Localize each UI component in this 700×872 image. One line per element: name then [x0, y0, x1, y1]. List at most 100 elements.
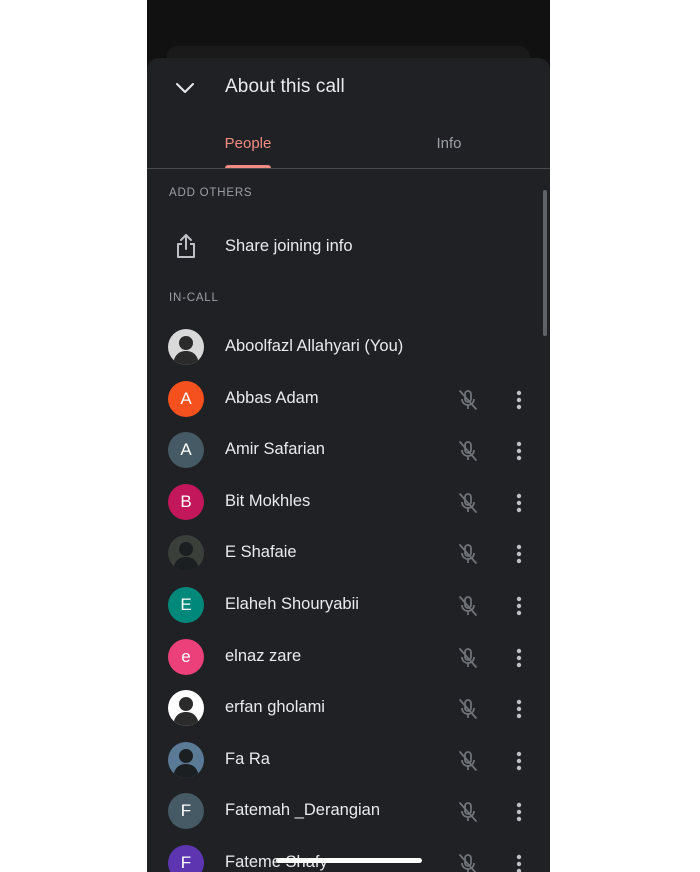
mute-status-button[interactable] — [455, 438, 481, 464]
profile-photo-icon — [173, 542, 199, 572]
avatar: e — [168, 638, 204, 675]
more-vert-icon — [516, 699, 522, 719]
sheet-header: About this call — [147, 58, 550, 118]
participant-row[interactable]: B Bit Mokhles — [147, 477, 550, 529]
sheet-title: About this call — [225, 76, 345, 97]
participant-row[interactable]: Aboolfazl Allahyari (You) — [147, 322, 550, 374]
avatar: A — [168, 432, 204, 469]
avatar: F — [168, 845, 204, 872]
mic-off-icon — [459, 802, 477, 823]
participant-row[interactable]: F Fatemah _Derangian — [147, 786, 550, 838]
home-indicator[interactable] — [276, 858, 422, 863]
participant-name: Fatemah _Derangian — [225, 801, 381, 820]
add-others-label: ADD OTHERS — [169, 187, 253, 199]
more-vert-icon — [516, 803, 522, 822]
more-vert-icon — [516, 596, 522, 616]
participant-name: E Shafaie — [225, 543, 297, 562]
mute-status-button[interactable] — [455, 490, 481, 516]
mic-off-icon — [459, 441, 477, 462]
tab-bar: People Info — [147, 128, 550, 169]
more-options-button[interactable] — [509, 799, 529, 825]
participant-row[interactable]: E Shafaie — [147, 528, 550, 580]
mute-status-button[interactable] — [455, 748, 481, 774]
avatar-initial: F — [180, 853, 192, 872]
participant-row[interactable]: A Amir Safarian — [147, 425, 550, 477]
mic-off-icon — [459, 596, 477, 616]
more-vert-icon — [516, 545, 522, 564]
mic-off-icon — [459, 544, 477, 565]
avatar-initial: B — [180, 491, 192, 511]
avatar — [168, 690, 204, 727]
more-vert-icon — [516, 751, 522, 770]
avatar: B — [168, 483, 204, 520]
about-call-sheet: About this call People Info ADD OTHERS S… — [147, 58, 550, 872]
participant-name: Aboolfazl Allahyari (You) — [225, 337, 404, 355]
more-vert-icon — [516, 648, 522, 667]
profile-photo-icon — [173, 336, 199, 365]
avatar — [168, 535, 204, 572]
avatar — [168, 329, 204, 365]
in-call-label: IN-CALL — [169, 292, 219, 304]
more-options-button[interactable] — [509, 645, 529, 671]
participant-name: Abbas Adam — [225, 388, 319, 407]
participant-row[interactable]: Fa Ra — [147, 735, 550, 787]
avatar-initial: A — [180, 388, 192, 408]
more-options-button[interactable] — [509, 696, 529, 722]
more-vert-icon — [516, 390, 522, 409]
more-options-button[interactable] — [509, 851, 529, 872]
participant-name: Elaheh Shouryabii — [225, 595, 359, 613]
participant-name: Bit Mokhles — [225, 491, 311, 510]
mute-status-button[interactable] — [455, 593, 481, 619]
more-options-button[interactable] — [509, 748, 529, 774]
more-options-button[interactable] — [509, 541, 529, 567]
tab-info[interactable]: Info — [348, 128, 550, 168]
collapse-button[interactable] — [169, 72, 201, 104]
mute-status-button[interactable] — [455, 387, 481, 413]
avatar: E — [168, 587, 204, 623]
avatar — [168, 741, 204, 778]
mute-status-button[interactable] — [455, 696, 481, 722]
share-joining-info-button[interactable]: Share joining info — [147, 224, 537, 270]
profile-photo-icon — [173, 697, 199, 727]
more-vert-icon — [516, 854, 522, 872]
chevron-down-icon — [176, 83, 194, 93]
more-vert-icon — [516, 441, 522, 461]
share-icon — [177, 234, 195, 258]
avatar-initial: F — [180, 801, 192, 821]
share-joining-info-label: Share joining info — [225, 237, 353, 255]
mic-off-icon — [459, 699, 477, 720]
participant-name: Fa Ra — [225, 749, 270, 768]
avatar-initial: E — [180, 595, 192, 614]
participant-name: Amir Safarian — [225, 440, 325, 459]
profile-photo-icon — [173, 748, 199, 778]
phone-screen: About this call People Info ADD OTHERS S… — [147, 0, 550, 872]
mic-off-icon — [459, 750, 477, 771]
mute-status-button[interactable] — [455, 541, 481, 567]
participant-row[interactable]: erfan gholami — [147, 683, 550, 735]
participant-name: erfan gholami — [225, 698, 325, 717]
more-options-button[interactable] — [509, 490, 529, 516]
mute-status-button[interactable] — [455, 645, 481, 671]
scrollbar[interactable] — [543, 190, 547, 336]
mic-off-icon — [459, 647, 477, 668]
more-vert-icon — [516, 493, 522, 512]
mic-off-icon — [459, 492, 477, 513]
tab-people[interactable]: People — [147, 128, 349, 168]
participant-row[interactable]: FFateme Shafy — [147, 838, 550, 872]
more-options-button[interactable] — [509, 438, 529, 464]
mic-off-icon — [459, 389, 477, 410]
participant-row[interactable]: E Elaheh Shouryabii — [147, 580, 550, 632]
participant-name: elnaz zare — [225, 646, 302, 665]
more-options-button[interactable] — [509, 387, 529, 413]
more-options-button[interactable] — [509, 593, 529, 619]
avatar-initial: A — [180, 440, 192, 460]
avatar: A — [168, 380, 204, 417]
mic-off-icon — [459, 854, 477, 872]
avatar-initial: e — [181, 646, 191, 666]
avatar: F — [168, 793, 204, 830]
mute-status-button[interactable] — [455, 851, 481, 872]
mute-status-button[interactable] — [455, 799, 481, 825]
participant-row[interactable]: A Abbas Adam — [147, 374, 550, 426]
participant-row[interactable]: e elnaz zare — [147, 632, 550, 684]
active-tab-indicator — [225, 165, 271, 168]
